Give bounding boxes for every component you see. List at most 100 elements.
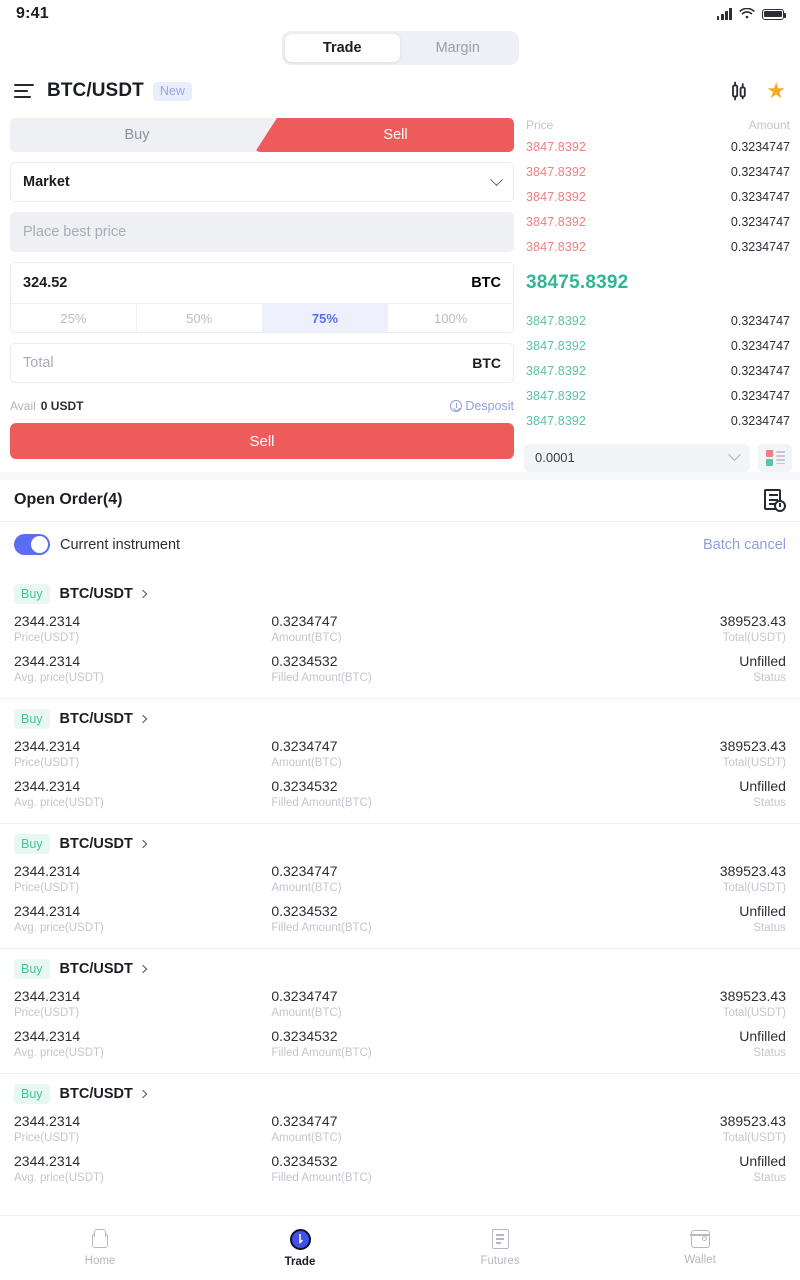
order-total-value: 389523.43	[719, 738, 786, 754]
tab-margin[interactable]: Margin	[400, 34, 516, 62]
nav-item-wallet[interactable]: Wallet	[600, 1216, 800, 1280]
order-status-label: Status	[753, 797, 786, 809]
percent-row: 25% 50% 75% 100%	[11, 303, 513, 332]
chevron-down-icon	[728, 448, 741, 462]
ask-price: 3847.8392	[526, 215, 586, 230]
order-avgprice-cell: 2344.2314 Avg. price(USDT)	[14, 903, 271, 934]
amount-input[interactable]: 324.52 BTC	[11, 263, 513, 303]
open-orders-header: Open Order(4)	[0, 480, 800, 522]
percent-75[interactable]: 75%	[262, 304, 389, 332]
table-row[interactable]: Buy BTC/USDT 2344.2314 Price(USDT) 0.323…	[0, 823, 800, 948]
bid-amount: 0.3234747	[730, 338, 790, 353]
order-total-cell: 389523.43 Total(USDT)	[529, 988, 786, 1019]
bid-row[interactable]: 3847.8392 0.3234747	[524, 308, 792, 333]
bid-amount: 0.3234747	[730, 414, 790, 429]
order-total-label: Total(USDT)	[722, 1132, 786, 1144]
order-type-select[interactable]: Market	[10, 162, 514, 202]
open-orders-title: Open Order(4)	[14, 491, 123, 509]
avail-value: 0 USDT	[40, 399, 84, 413]
table-row[interactable]: Buy BTC/USDT 2344.2314 Price(USDT) 0.323…	[0, 698, 800, 823]
percent-100[interactable]: 100%	[388, 304, 513, 332]
order-amount-label: Amount(BTC)	[271, 1132, 342, 1144]
order-book-header: Price Amount	[524, 114, 792, 134]
order-avgprice-value: 2344.2314	[14, 1028, 81, 1044]
ask-amount: 0.3234747	[730, 139, 790, 154]
table-row[interactable]: Buy BTC/USDT 2344.2314 Price(USDT) 0.323…	[0, 948, 800, 1073]
order-row-secondary: 2344.2314 Avg. price(USDT) 0.3234532 Fil…	[14, 1028, 786, 1059]
nav-item-home[interactable]: Home	[0, 1216, 200, 1280]
hamburger-icon[interactable]	[14, 83, 34, 99]
open-orders-list[interactable]: Buy BTC/USDT 2344.2314 Price(USDT) 0.323…	[0, 574, 800, 1215]
chevron-right-icon	[138, 1089, 148, 1099]
order-pair: BTC/USDT	[59, 961, 133, 977]
tick-size-select[interactable]: 0.0001	[524, 443, 750, 472]
order-amount-value: 0.3234747	[271, 863, 338, 879]
home-icon	[91, 1230, 110, 1249]
candlestick-icon[interactable]	[728, 80, 750, 102]
total-input[interactable]: Total BTC	[10, 343, 514, 383]
table-row[interactable]: Buy BTC/USDT 2344.2314 Price(USDT) 0.323…	[0, 1073, 800, 1198]
batch-cancel-button[interactable]: Batch cancel	[703, 537, 786, 553]
nav-label-trade: Trade	[284, 1255, 316, 1268]
order-avgprice-value: 2344.2314	[14, 778, 81, 794]
ask-amount: 0.3234747	[730, 189, 790, 204]
order-amount-label: Amount(BTC)	[271, 757, 342, 769]
order-avgprice-cell: 2344.2314 Avg. price(USDT)	[14, 1153, 271, 1184]
pair-header: BTC/USDT New ★	[0, 68, 800, 114]
order-head: Buy BTC/USDT	[14, 584, 786, 604]
ask-row[interactable]: 3847.8392 0.3234747	[524, 235, 792, 260]
status-bar: 9:41	[0, 0, 800, 28]
order-price-cell: 2344.2314 Price(USDT)	[14, 863, 271, 894]
sell-tab[interactable]: Sell	[255, 118, 514, 152]
ask-row[interactable]: 3847.8392 0.3234747	[524, 134, 792, 159]
star-icon[interactable]: ★	[766, 80, 786, 102]
ask-amount: 0.3234747	[730, 240, 790, 255]
amount-value: 324.52	[23, 275, 68, 291]
submit-sell-button[interactable]: Sell	[10, 423, 514, 459]
order-amount-value: 0.3234747	[271, 738, 338, 754]
bid-price: 3847.8392	[526, 363, 586, 378]
nav-item-trade[interactable]: ⇂ Trade	[200, 1216, 400, 1280]
order-total-value: 389523.43	[719, 863, 786, 879]
percent-50[interactable]: 50%	[136, 304, 263, 332]
depth-view-icon[interactable]	[758, 443, 792, 472]
percent-25[interactable]: 25%	[11, 304, 137, 332]
order-amount-cell: 0.3234747 Amount(BTC)	[271, 1113, 528, 1144]
trade-margin-segment[interactable]: Trade Margin	[281, 31, 519, 65]
bid-row[interactable]: 3847.8392 0.3234747	[524, 384, 792, 409]
order-status-label: Status	[753, 922, 786, 934]
chevron-right-icon	[138, 964, 148, 974]
order-history-icon[interactable]	[764, 488, 786, 512]
order-price-value: 2344.2314	[14, 738, 81, 754]
order-amount-cell: 0.3234747 Amount(BTC)	[271, 613, 528, 644]
order-status-cell: Unfilled Status	[529, 1153, 786, 1184]
buy-sell-toggle[interactable]: Buy Sell	[10, 118, 514, 152]
price-input[interactable]: Place best price	[10, 212, 514, 252]
ask-row[interactable]: 3847.8392 0.3234747	[524, 184, 792, 209]
table-row[interactable]: Buy BTC/USDT 2344.2314 Price(USDT) 0.323…	[0, 574, 800, 698]
bid-row[interactable]: 3847.8392 0.3234747	[524, 333, 792, 358]
bid-row[interactable]: 3847.8392 0.3234747	[524, 358, 792, 383]
order-head: Buy BTC/USDT	[14, 1084, 786, 1104]
order-filled-label: Filled Amount(BTC)	[271, 1172, 372, 1184]
depth-squares	[765, 449, 773, 467]
signal-icon	[716, 8, 732, 20]
order-filled-label: Filled Amount(BTC)	[271, 797, 372, 809]
nav-item-futures[interactable]: Futures	[400, 1216, 600, 1280]
ask-row[interactable]: 3847.8392 0.3234747	[524, 210, 792, 235]
avail-label: Avail	[10, 399, 36, 413]
wifi-icon	[739, 8, 755, 19]
order-price-label: Price(USDT)	[14, 757, 80, 769]
pair-name[interactable]: BTC/USDT	[47, 80, 144, 102]
bid-row[interactable]: 3847.8392 0.3234747	[524, 409, 792, 434]
order-filled-cell: 0.3234532 Filled Amount(BTC)	[271, 1028, 528, 1059]
status-icons	[716, 8, 787, 20]
ask-row[interactable]: 3847.8392 0.3234747	[524, 159, 792, 184]
chevron-right-icon	[138, 839, 148, 849]
current-instrument-toggle[interactable]	[14, 534, 50, 556]
deposit-link[interactable]: Desposit	[450, 399, 514, 413]
tab-trade[interactable]: Trade	[284, 34, 400, 62]
bid-price: 3847.8392	[526, 389, 586, 404]
order-head: Buy BTC/USDT	[14, 709, 786, 729]
order-amount-value: 0.3234747	[271, 1113, 338, 1129]
